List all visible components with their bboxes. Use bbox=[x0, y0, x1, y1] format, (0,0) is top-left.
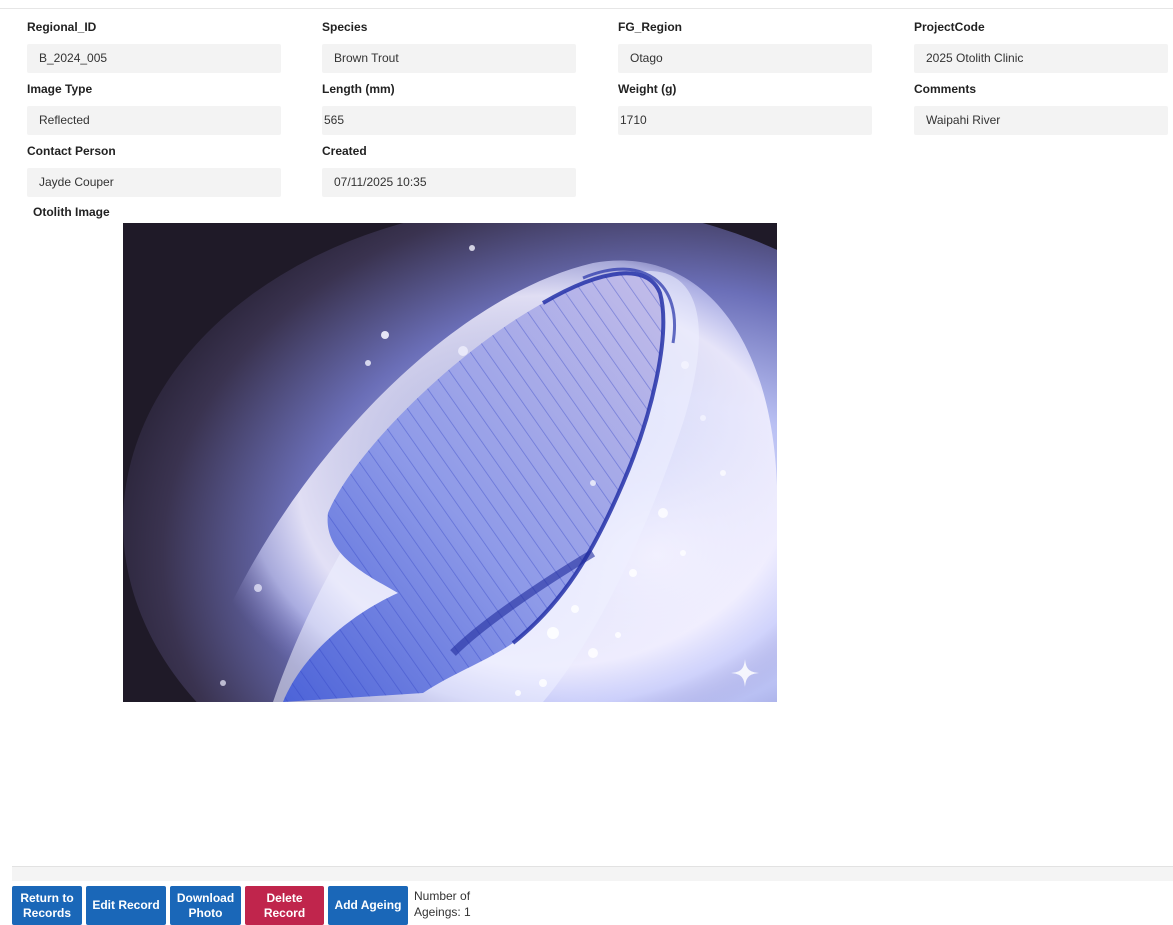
edit-record-button[interactable]: Edit Record bbox=[86, 886, 166, 925]
add-ageing-button[interactable]: Add Ageing bbox=[328, 886, 408, 925]
weight-label: Weight (g) bbox=[618, 82, 677, 96]
contact-person-label: Contact Person bbox=[27, 144, 116, 158]
project-code-label: ProjectCode bbox=[914, 20, 985, 34]
top-divider bbox=[0, 8, 1173, 9]
field-project-code: ProjectCode 2025 Otolith Clinic bbox=[914, 17, 1168, 73]
return-to-records-button[interactable]: Return to Records bbox=[12, 886, 82, 925]
sparkle-icon bbox=[731, 659, 759, 687]
image-type-value: Reflected bbox=[27, 106, 281, 135]
action-bar-divider bbox=[12, 866, 1173, 881]
created-label: Created bbox=[322, 144, 367, 158]
field-contact-person: Contact Person Jayde Couper bbox=[27, 141, 281, 197]
comments-value: Waipahi River bbox=[914, 106, 1168, 135]
regional-id-label: Regional_ID bbox=[27, 20, 97, 34]
record-detail-page: Regional_ID B_2024_005 Species Brown Tro… bbox=[0, 0, 1173, 925]
otolith-image-label: Otolith Image bbox=[33, 205, 110, 219]
field-comments: Comments Waipahi River bbox=[914, 79, 1168, 135]
delete-record-button[interactable]: Delete Record bbox=[245, 886, 324, 925]
field-created: Created 07/11/2025 10:35 bbox=[322, 141, 576, 197]
project-code-value: 2025 Otolith Clinic bbox=[914, 44, 1168, 73]
comments-label: Comments bbox=[914, 82, 977, 96]
contact-person-value: Jayde Couper bbox=[27, 168, 281, 197]
field-fg-region: FG_Region Otago bbox=[618, 17, 872, 73]
fg-region-value: Otago bbox=[618, 44, 872, 73]
download-photo-button[interactable]: Download Photo bbox=[170, 886, 241, 925]
length-value: 565 bbox=[322, 106, 576, 135]
weight-value: 1710 bbox=[618, 106, 872, 135]
field-image-type: Image Type Reflected bbox=[27, 79, 281, 135]
field-regional-id: Regional_ID B_2024_005 bbox=[27, 17, 281, 73]
otolith-image bbox=[123, 223, 777, 702]
created-value: 07/11/2025 10:35 bbox=[322, 168, 576, 197]
action-bar: Return to Records Edit Record Download P… bbox=[12, 886, 471, 925]
field-species: Species Brown Trout bbox=[322, 17, 576, 73]
field-length: Length (mm) 565 bbox=[322, 79, 576, 135]
regional-id-value: B_2024_005 bbox=[27, 44, 281, 73]
ageing-count: Number of Ageings: 1 bbox=[414, 889, 471, 919]
species-value: Brown Trout bbox=[322, 44, 576, 73]
species-label: Species bbox=[322, 20, 368, 34]
otolith-photo bbox=[123, 223, 777, 702]
field-weight: Weight (g) 1710 bbox=[618, 79, 872, 135]
length-label: Length (mm) bbox=[322, 82, 395, 96]
fg-region-label: FG_Region bbox=[618, 20, 683, 34]
image-type-label: Image Type bbox=[27, 82, 93, 96]
